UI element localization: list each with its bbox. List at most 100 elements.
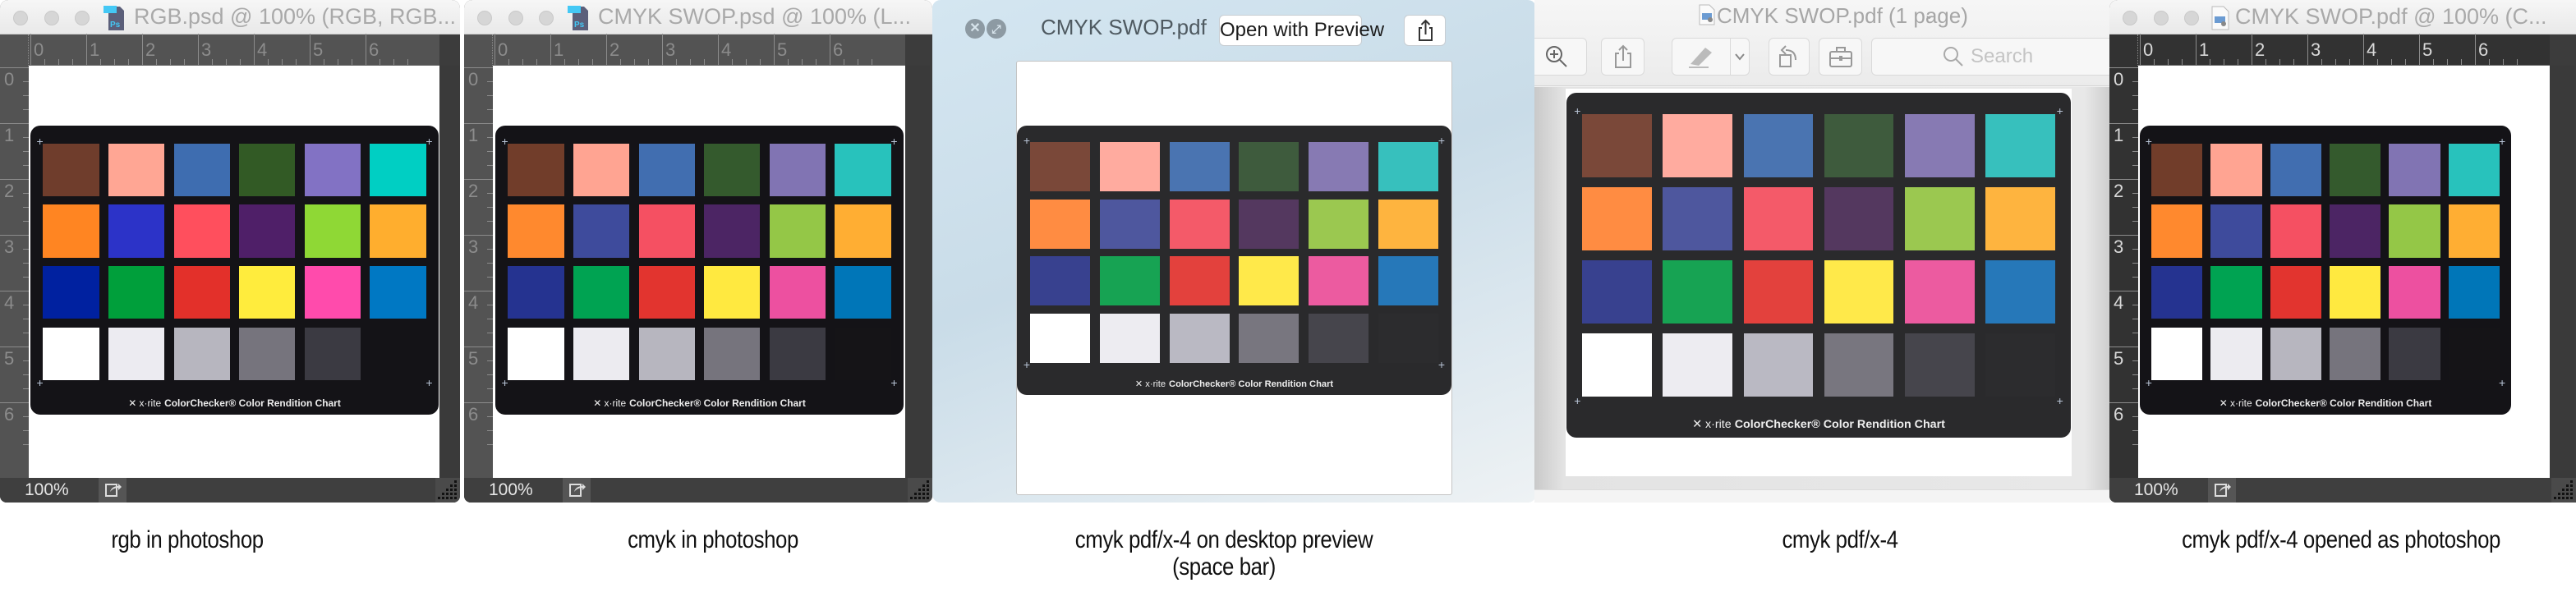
ruler-label: 5 (2114, 348, 2124, 369)
close-icon[interactable]: ✕ (965, 19, 985, 39)
markup-button[interactable] (1672, 38, 1731, 76)
color-patch (704, 327, 761, 380)
color-patch (1100, 313, 1160, 363)
ruler-tick (732, 59, 733, 65)
ruler-origin[interactable] (0, 34, 29, 66)
ruler-tick (44, 59, 45, 65)
fullscreen-icon[interactable]: ⤢ (987, 19, 1006, 39)
horizontal-ruler[interactable]: 0 1 2 3 4 5 6 (2138, 34, 2550, 66)
vertical-ruler[interactable]: 0 1 2 3 4 5 6 (0, 66, 29, 478)
share-icon[interactable] (563, 478, 591, 503)
chart-title: ColorChecker® Color Rendition Chart (629, 397, 806, 409)
minimize-button[interactable] (2154, 11, 2169, 25)
title-bar[interactable]: CMYK SWOP.pdf @ 100% (C... (2109, 0, 2576, 34)
resize-grip-icon[interactable] (435, 478, 460, 503)
share-icon[interactable] (2208, 478, 2236, 503)
registration-mark-icon: + (36, 135, 44, 149)
zoom-button[interactable] (539, 11, 554, 25)
close-button[interactable] (13, 11, 28, 25)
ruler-label: 0 (34, 39, 44, 60)
document-view[interactable]: ✕ x·rite ColorChecker® Color Rendition Ch… (1534, 87, 2114, 489)
registration-mark-icon: + (2145, 135, 2152, 149)
ruler-tick (100, 59, 101, 65)
color-patch (2210, 204, 2262, 258)
color-patch (1169, 256, 1230, 306)
color-patch (2270, 265, 2321, 319)
color-patch (304, 204, 361, 258)
document-canvas[interactable]: ✕ x·rite ColorChecker® Color Rendition Ch… (2138, 66, 2550, 478)
horizontal-ruler[interactable]: 0 1 2 3 4 5 6 (493, 34, 905, 66)
color-patch (638, 327, 695, 380)
ruler-tick (2405, 59, 2406, 65)
minimize-button[interactable] (44, 11, 59, 25)
chevron-down-icon[interactable]: ⌄ (1924, 7, 1934, 23)
ruler-label: 4 (721, 39, 732, 60)
zoom-level[interactable]: 100% (489, 480, 533, 500)
resize-grip-icon[interactable] (2551, 478, 2576, 503)
color-patch (1663, 114, 1732, 177)
share-icon[interactable] (99, 478, 126, 503)
ruler-tick (2132, 221, 2138, 222)
resize-grip-icon[interactable] (908, 478, 932, 503)
registration-mark-icon: + (890, 135, 898, 149)
vertical-ruler[interactable]: 0 1 2 3 4 5 6 (2109, 66, 2138, 478)
ruler-origin[interactable] (464, 34, 493, 66)
close-button[interactable] (2123, 11, 2137, 25)
color-patch (704, 204, 761, 258)
color-patch (2210, 327, 2262, 380)
search-input[interactable]: Search (1871, 38, 2114, 76)
ruler-tick (676, 59, 677, 65)
ruler-tick (2132, 249, 2138, 250)
document-canvas[interactable]: ✕ x·rite ColorChecker® Color Rendition Ch… (29, 66, 439, 478)
toolbox-button[interactable] (1819, 38, 1862, 76)
registration-mark-icon: + (1574, 394, 1581, 408)
zoom-level[interactable]: 100% (2134, 480, 2178, 500)
ruler-tick (487, 388, 493, 389)
chart-title: ColorChecker® Color Rendition Chart (1169, 379, 1334, 390)
rotate-button[interactable] (1769, 38, 1810, 76)
vertical-ruler[interactable]: 0 1 2 3 4 5 6 (464, 66, 493, 478)
caption-quicklook: cmyk pdf/x-4 on desktop preview (1074, 526, 1373, 553)
zoom-in-icon (1546, 46, 1567, 67)
zoom-in-button[interactable] (1534, 38, 1587, 76)
colorchecker-chart: ✕ x·rite ColorChecker® Color Rendition Ch… (2140, 126, 2511, 415)
horizontal-ruler[interactable]: 0 1 2 3 4 5 6 (29, 34, 439, 66)
zoom-level[interactable]: 100% (25, 480, 69, 500)
ruler-label: 2 (145, 39, 156, 60)
ruler-tick (508, 59, 509, 65)
share-button[interactable] (1404, 15, 1446, 46)
rotate-icon (1779, 45, 1796, 67)
swatch-grid (1030, 142, 1438, 363)
title-bar[interactable]: Ps RGB.psd @ 100% (RGB, RGB... (0, 0, 460, 34)
share-button[interactable] (1601, 38, 1644, 76)
ruler-tick (662, 34, 663, 65)
minimize-button[interactable] (508, 11, 523, 25)
ruler-label: 1 (90, 39, 100, 60)
colorchecker-chart: ✕ x·rite ColorChecker® Color Rendition Ch… (495, 126, 904, 415)
color-patch (1663, 260, 1732, 324)
ruler-tick (487, 444, 493, 445)
ruler-label: 6 (4, 404, 15, 425)
ruler-tick (2132, 81, 2138, 82)
psd-file-icon: Ps (568, 6, 588, 30)
document-canvas[interactable]: ✕ x·rite ColorChecker® Color Rendition Ch… (493, 66, 905, 478)
scroll-gutter (905, 66, 930, 478)
zoom-button[interactable] (75, 11, 90, 25)
zoom-button[interactable] (2184, 11, 2199, 25)
open-with-preview-button[interactable]: Open with Preview (1219, 15, 1384, 46)
color-patch (173, 143, 230, 197)
color-patch (2330, 265, 2381, 319)
chart-label: ✕ x·rite ColorChecker® Color Rendition Ch… (1566, 418, 2071, 431)
color-patch (638, 143, 695, 197)
ruler-tick (487, 81, 493, 82)
title-bar[interactable]: Ps CMYK SWOP.psd @ 100% (L... (464, 0, 932, 34)
ruler-origin[interactable] (2109, 34, 2138, 66)
color-patch (508, 265, 564, 319)
ruler-label: 3 (2114, 236, 2124, 257)
ruler-tick (774, 34, 775, 65)
photoshop-window-pdf: CMYK SWOP.pdf @ 100% (C... 0 1 2 3 4 5 6 0 1 2 3 4… (2109, 0, 2576, 503)
close-button[interactable] (477, 11, 492, 25)
markup-menu-button[interactable] (1730, 38, 1750, 76)
ruler-label: 0 (2143, 39, 2154, 60)
color-patch (573, 265, 630, 319)
